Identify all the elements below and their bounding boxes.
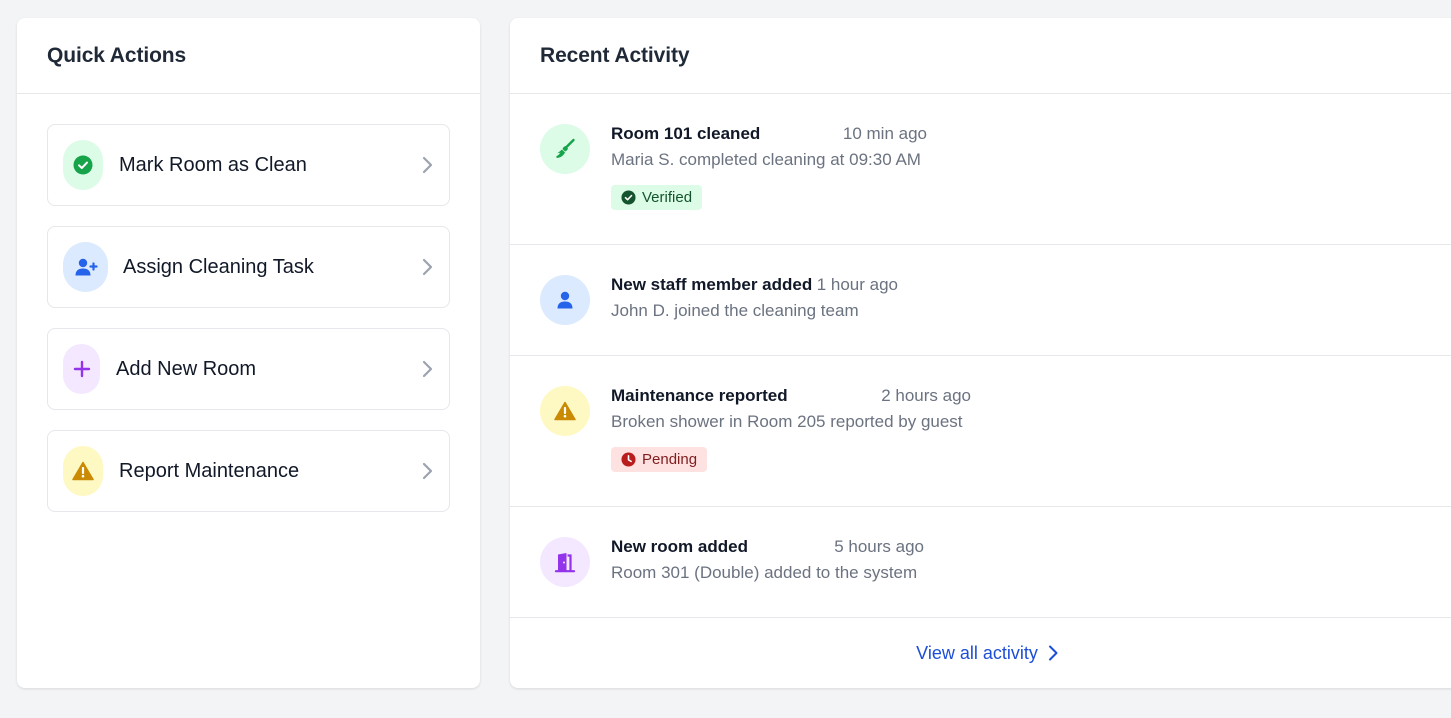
activity-body: Room 101 cleaned 10 min ago Maria S. com… <box>611 124 927 210</box>
activity-item: New room added 5 hours ago Room 301 (Dou… <box>510 507 1451 618</box>
door-icon <box>540 537 590 587</box>
badge-label: Pending <box>642 451 698 468</box>
view-all-footer: View all activity <box>510 618 1451 688</box>
activity-time: 10 min ago <box>842 124 927 143</box>
chevron-right-icon <box>419 462 435 480</box>
recent-activity-title: Recent Activity <box>540 43 690 67</box>
mark-room-clean-button[interactable]: Mark Room as Clean <box>47 124 450 206</box>
activity-time: 1 hour ago <box>816 275 898 294</box>
chevron-right-icon <box>419 258 435 276</box>
status-badge: Pending <box>611 447 708 472</box>
activity-body: New room added 5 hours ago Room 301 (Dou… <box>611 537 924 583</box>
plus-icon <box>63 344 100 394</box>
user-plus-icon <box>63 242 108 292</box>
quick-actions-title: Quick Actions <box>47 43 187 67</box>
activity-title: New room added <box>611 537 748 556</box>
check-circle-icon <box>621 190 636 205</box>
assign-cleaning-task-button[interactable]: Assign Cleaning Task <box>47 226 450 308</box>
activity-description: Maria S. completed cleaning at 09:30 AM <box>611 150 921 169</box>
report-maintenance-button[interactable]: Report Maintenance <box>47 430 450 512</box>
quick-action-label: Mark Room as Clean <box>119 153 307 176</box>
badge-label: Verified <box>642 189 693 206</box>
chevron-right-icon <box>419 360 435 378</box>
quick-action-label: Add New Room <box>116 357 257 380</box>
warning-icon <box>63 446 103 496</box>
quick-actions-header: Quick Actions <box>17 18 480 94</box>
add-new-room-button[interactable]: Add New Room <box>47 328 450 410</box>
quick-action-label: Report Maintenance <box>119 459 300 482</box>
activity-time: 5 hours ago <box>834 537 924 556</box>
recent-activity-card: Recent Activity Room 101 cleaned 10 min … <box>510 18 1451 688</box>
activity-item: Room 101 cleaned 10 min ago Maria S. com… <box>510 94 1451 245</box>
activity-body: Maintenance reported 2 hours ago Broken … <box>611 386 971 472</box>
user-icon <box>540 275 590 325</box>
quick-action-label: Assign Cleaning Task <box>123 255 314 278</box>
activity-description: Room 301 (Double) added to the system <box>611 563 918 582</box>
chevron-right-icon <box>1048 645 1058 661</box>
quick-actions-card: Quick Actions Mark Room as Clean Assign … <box>17 18 480 688</box>
view-all-label: View all activity <box>916 642 1038 663</box>
chevron-right-icon <box>419 156 435 174</box>
activity-title: New staff member added <box>611 275 813 294</box>
activity-description: Broken shower in Room 205 reported by gu… <box>611 412 963 431</box>
activity-item: Maintenance reported 2 hours ago Broken … <box>510 356 1451 507</box>
activity-title: Room 101 cleaned <box>611 124 761 143</box>
activity-time: 2 hours ago <box>881 386 971 405</box>
status-badge: Verified <box>611 185 703 210</box>
recent-activity-header: Recent Activity <box>510 18 1451 94</box>
view-all-activity-link[interactable]: View all activity <box>916 643 1058 664</box>
check-circle-icon <box>63 140 103 190</box>
activity-body: New staff member added 1 hour ago John D… <box>611 275 898 321</box>
quick-actions-list: Mark Room as Clean Assign Cleaning Task … <box>17 94 480 512</box>
activity-title: Maintenance reported <box>611 386 788 405</box>
activity-item: New staff member added 1 hour ago John D… <box>510 245 1451 356</box>
broom-icon <box>540 124 590 174</box>
activity-description: John D. joined the cleaning team <box>611 301 859 320</box>
warning-icon <box>540 386 590 436</box>
clock-icon <box>621 452 636 467</box>
